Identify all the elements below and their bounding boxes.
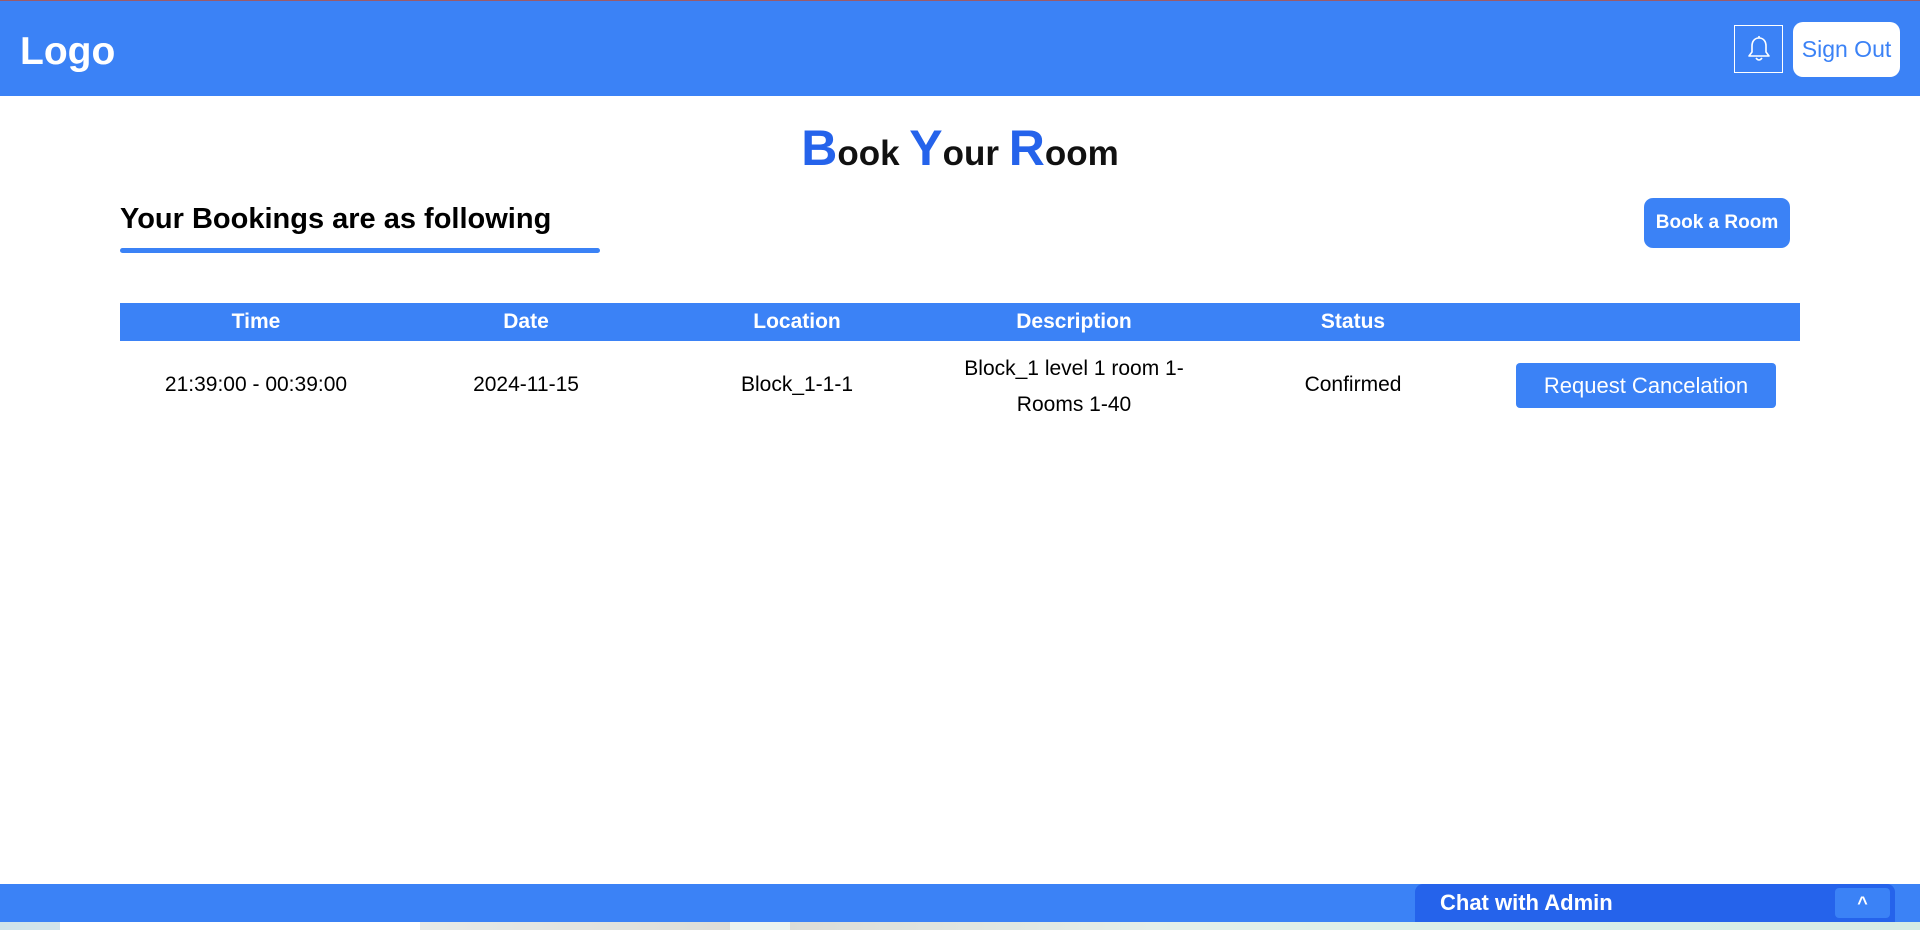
title-initial-y: Y xyxy=(909,120,943,176)
request-cancelation-button[interactable]: Request Cancelation xyxy=(1516,363,1776,408)
column-header-status: Status xyxy=(1320,310,1386,333)
bookings-heading: Your Bookings are as following xyxy=(120,203,552,235)
cell-status: Confirmed xyxy=(1304,373,1402,396)
chat-with-admin-panel[interactable]: Chat with Admin ^ xyxy=(1415,884,1895,922)
title-initial-b: B xyxy=(801,120,838,176)
desktop-background-strip xyxy=(0,922,1920,930)
column-header-location: Location xyxy=(753,310,841,333)
page-title: Book Your Room xyxy=(0,118,1920,184)
title-word-rest: oom xyxy=(1044,134,1119,173)
bookings-table-header: Time Date Location Description Status xyxy=(120,303,1800,341)
title-word-rest: our xyxy=(942,134,1000,173)
bell-icon xyxy=(1747,36,1770,61)
title-word-rest: ook xyxy=(837,134,900,173)
chat-label[interactable]: Chat with Admin xyxy=(1440,884,1613,922)
notifications-button[interactable] xyxy=(1734,25,1783,73)
cell-time: 21:39:00 - 00:39:00 xyxy=(164,373,348,396)
sign-out-button[interactable]: Sign Out xyxy=(1793,22,1900,77)
top-navbar: Logo Sign Out xyxy=(0,0,1920,96)
title-initial-r: R xyxy=(1008,120,1045,176)
cell-description: Block_1 level 1 room 1- Rooms 1-40 xyxy=(964,357,1184,416)
column-header-description: Description xyxy=(1016,310,1132,333)
book-room-button[interactable]: Book a Room xyxy=(1644,198,1790,248)
cell-date: 2024-11-15 xyxy=(473,373,579,396)
column-header-date: Date xyxy=(503,310,549,333)
cell-location: Block_1-1-1 xyxy=(740,373,854,396)
heading-underline xyxy=(120,248,600,253)
logo[interactable]: Logo xyxy=(20,29,115,75)
column-header-time: Time xyxy=(231,310,281,333)
chat-expand-button[interactable]: ^ xyxy=(1835,888,1890,918)
